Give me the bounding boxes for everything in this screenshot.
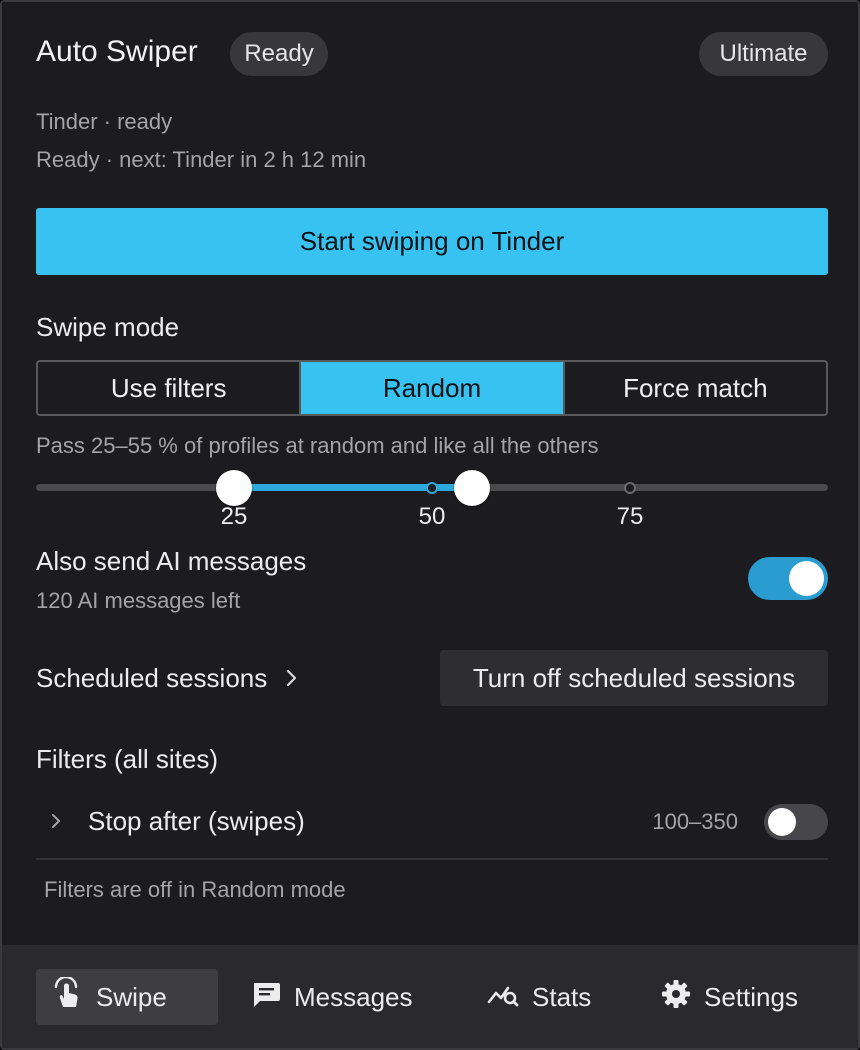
- slider-tick-label: 50: [418, 503, 446, 530]
- toggle-knob: [768, 808, 796, 836]
- nav-swipe[interactable]: Swipe: [36, 969, 218, 1025]
- chat-icon: [250, 978, 282, 1017]
- nav-settings-label: Settings: [704, 981, 798, 1012]
- site-status: Tinder · ready: [36, 109, 173, 134]
- slider-tick-50: [426, 482, 438, 494]
- stop-after-range: 100–350: [652, 809, 738, 834]
- auto-swiper-panel: Auto Swiper Ready Ultimate Tinder · read…: [0, 0, 860, 1050]
- nav-messages[interactable]: Messages: [236, 969, 436, 1025]
- ai-messages-toggle[interactable]: [748, 557, 828, 600]
- toggle-knob: [789, 561, 824, 596]
- nav-stats[interactable]: Stats: [472, 969, 612, 1025]
- mode-option-force-match[interactable]: Force match: [562, 362, 826, 414]
- slider-tick-label: 75: [616, 503, 644, 530]
- status-badge: Ready: [230, 32, 328, 76]
- filters-label: Filters (all sites): [36, 744, 219, 774]
- mode-option-random[interactable]: Random: [299, 362, 563, 414]
- slider-tick-label: 25: [220, 503, 248, 530]
- swipe-mode-label: Swipe mode: [36, 312, 180, 342]
- scheduled-sessions-link[interactable]: Scheduled sessions: [36, 662, 299, 694]
- scheduled-sessions-label: Scheduled sessions: [36, 663, 268, 693]
- swipe-mode-selector: Use filters Random Force match: [36, 360, 828, 416]
- filters-off-note: Filters are off in Random mode: [44, 877, 346, 902]
- bottom-nav: Swipe Messages Stats Settings: [2, 945, 858, 1048]
- slider-tick-75: [624, 482, 636, 494]
- tier-badge: Ultimate: [699, 32, 828, 76]
- ai-messages-remaining: 120 AI messages left: [36, 588, 241, 613]
- app-title: Auto Swiper: [36, 35, 198, 68]
- stats-icon: [486, 978, 520, 1017]
- nav-messages-label: Messages: [294, 981, 413, 1012]
- ai-messages-label: Also send AI messages: [36, 546, 307, 576]
- turn-off-scheduled-button[interactable]: Turn off scheduled sessions: [440, 650, 828, 706]
- next-run-status: Ready · next: Tinder in 2 h 12 min: [36, 147, 367, 172]
- touch-icon: [50, 975, 84, 1018]
- mode-option-use-filters[interactable]: Use filters: [38, 362, 299, 414]
- chevron-right-icon: [50, 805, 64, 837]
- stop-after-row[interactable]: Stop after (swipes): [50, 805, 305, 837]
- nav-settings[interactable]: Settings: [646, 969, 826, 1025]
- nav-stats-label: Stats: [532, 981, 592, 1012]
- nav-swipe-label: Swipe: [96, 981, 167, 1012]
- mode-description: Pass 25–55 % of profiles at random and l…: [36, 433, 599, 458]
- start-swiping-button[interactable]: Start swiping on Tinder: [36, 208, 828, 275]
- stop-after-toggle[interactable]: [764, 804, 828, 840]
- gear-icon: [660, 978, 692, 1017]
- stop-after-label: Stop after (swipes): [88, 806, 305, 836]
- chevron-right-icon: [285, 662, 299, 694]
- divider: [36, 858, 828, 860]
- pass-range-high-thumb[interactable]: [453, 470, 490, 506]
- pass-range-low-thumb[interactable]: [216, 470, 252, 506]
